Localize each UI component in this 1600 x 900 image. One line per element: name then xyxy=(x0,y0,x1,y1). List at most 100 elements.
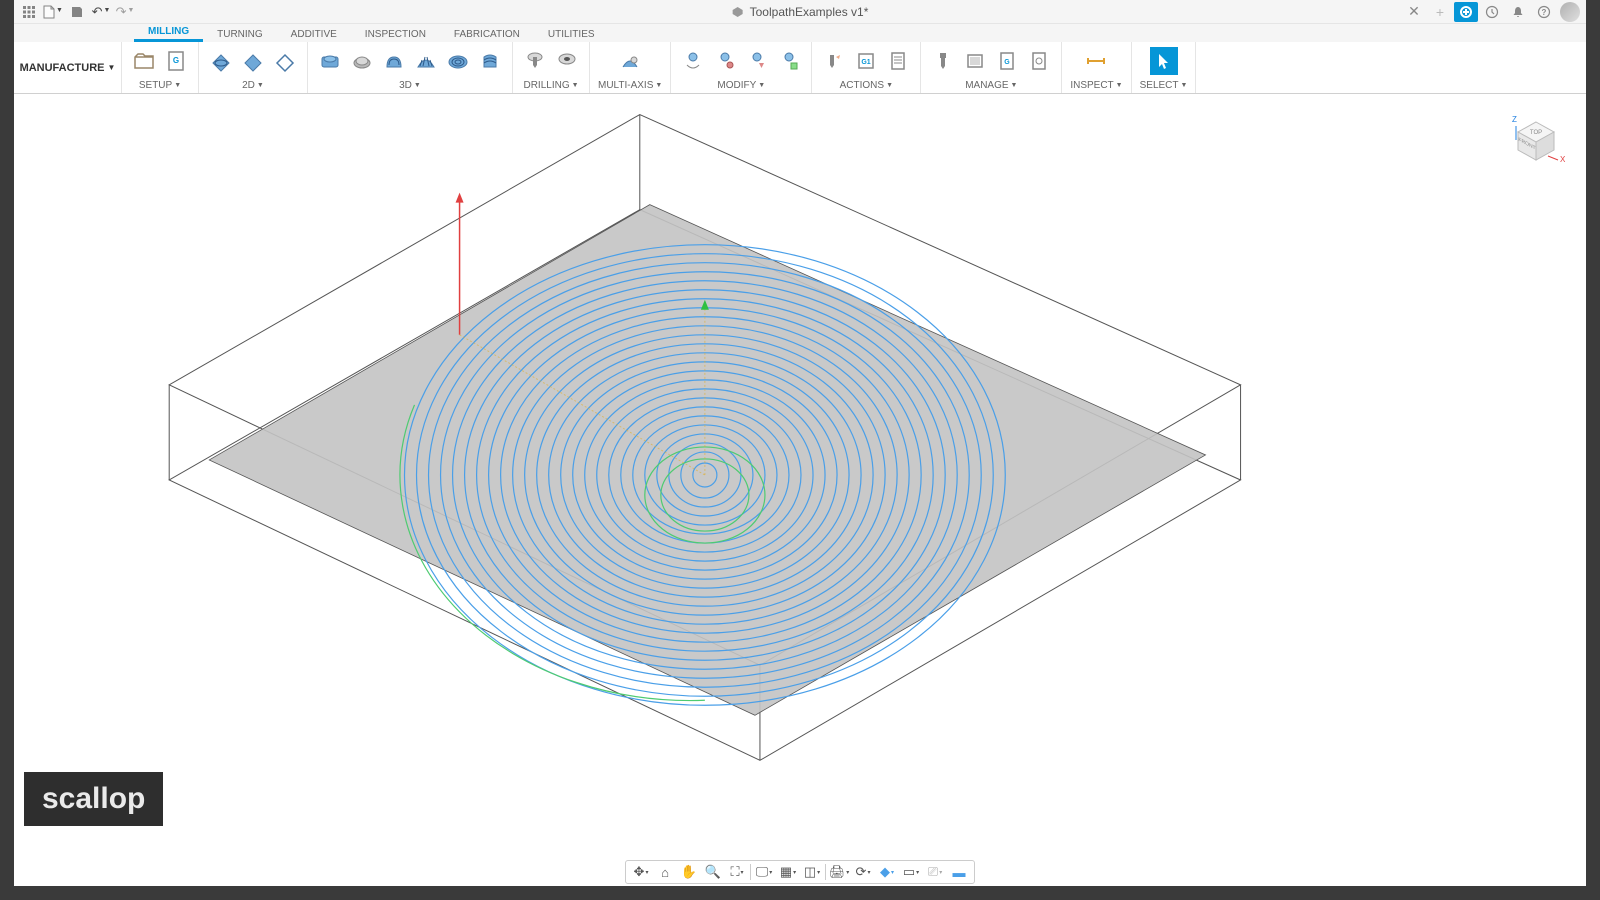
display-icon[interactable]: 🖵▾ xyxy=(753,862,775,882)
manage-label[interactable]: MANAGE▼ xyxy=(965,80,1017,91)
drilling-label[interactable]: DRILLING▼ xyxy=(523,80,578,91)
svg-text:G: G xyxy=(173,56,179,65)
tab-fabrication[interactable]: FABRICATION xyxy=(440,27,534,42)
3d-contour-icon[interactable] xyxy=(380,47,408,75)
window-icon[interactable]: ▭▾ xyxy=(900,862,922,882)
filter-icon[interactable]: ⎚▾ xyxy=(924,862,946,882)
file-icon[interactable]: ▼ xyxy=(42,2,64,22)
title-right: ✕ + ? xyxy=(1402,2,1582,22)
title-bar: ▼ ↶▼ ↷▼ ToolpathExamples v1* ✕ + xyxy=(14,0,1586,24)
ribbon-group-multiaxis: MULTI-AXIS▼ xyxy=(590,42,671,93)
setup-sheet-icon[interactable] xyxy=(884,47,912,75)
measure-icon[interactable] xyxy=(1082,47,1110,75)
manage-post-icon[interactable]: G xyxy=(993,47,1021,75)
viewports-icon[interactable]: ◫▾ xyxy=(801,862,823,882)
tab-additive[interactable]: ADDITIVE xyxy=(277,27,351,42)
workspace-label: MANUFACTURE xyxy=(20,62,105,74)
environment-tabs: MILLING TURNING ADDITIVE INSPECTION FABR… xyxy=(14,24,1586,42)
ribbon-group-select: SELECT▼ xyxy=(1132,42,1197,93)
2d-face-icon[interactable] xyxy=(271,47,299,75)
layer-icon[interactable]: ◆▾ xyxy=(876,862,898,882)
doc-title: ToolpathExamples v1* xyxy=(750,5,869,19)
view-cube[interactable]: TOP FRONT Z X xyxy=(1506,112,1566,172)
notifications-icon[interactable] xyxy=(1506,2,1530,22)
3d-scallop-icon[interactable] xyxy=(444,47,472,75)
3d-parallel-icon[interactable] xyxy=(412,47,440,75)
pan-icon[interactable]: ✋ xyxy=(678,862,700,882)
undo-icon[interactable]: ↶▼ xyxy=(90,2,112,22)
model-view xyxy=(14,94,1586,886)
3d-flat-icon[interactable] xyxy=(348,47,376,75)
help-icon[interactable]: ? xyxy=(1532,2,1556,22)
folder-icon[interactable] xyxy=(130,47,158,75)
svg-text:Z: Z xyxy=(1512,115,1517,124)
2d-label[interactable]: 2D▼ xyxy=(242,80,264,91)
inspect-label[interactable]: INSPECT▼ xyxy=(1070,80,1122,91)
user-avatar[interactable] xyxy=(1558,2,1582,22)
navigation-bar: ✥▾ ⌂ ✋ 🔍 ⛶▾ 🖵▾ ▦▾ ◫▾ 🖨▾ ⟳▾ ◆▾ ▭▾ ⎚▾ ▬ xyxy=(625,860,975,884)
manage-templates-icon[interactable] xyxy=(961,47,989,75)
drill-icon[interactable] xyxy=(521,47,549,75)
workspace-selector[interactable]: MANUFACTURE▼ xyxy=(14,42,122,93)
ribbon: MANUFACTURE▼ G SETUP▼ 2D▼ xyxy=(14,42,1586,94)
modify-3-icon[interactable] xyxy=(743,47,771,75)
ribbon-group-inspect: INSPECT▼ xyxy=(1062,42,1131,93)
3d-adaptive-icon[interactable] xyxy=(316,47,344,75)
svg-text:X: X xyxy=(1560,155,1566,164)
modify-label[interactable]: MODIFY▼ xyxy=(717,80,765,91)
look-icon[interactable]: ⌂ xyxy=(654,862,676,882)
svg-text:G1: G1 xyxy=(862,59,871,66)
tool-library-icon[interactable] xyxy=(929,47,957,75)
new-tab-icon[interactable]: + xyxy=(1428,2,1452,22)
viewport[interactable]: TOP FRONT Z X scallop ✥▾ ⌂ ✋ 🔍 ⛶▾ 🖵▾ ▦▾ … xyxy=(14,94,1586,886)
toggle-icon[interactable]: ▬ xyxy=(948,862,970,882)
svg-text:G: G xyxy=(1005,59,1011,66)
doc-icon xyxy=(732,6,744,18)
orbit-icon[interactable]: ✥▾ xyxy=(630,862,652,882)
ribbon-group-actions: G1 ACTIONS▼ xyxy=(812,42,921,93)
hole-icon[interactable] xyxy=(553,47,581,75)
title-center: ToolpathExamples v1* xyxy=(732,5,869,19)
3d-horizontal-icon[interactable] xyxy=(476,47,504,75)
ribbon-group-manage: G MANAGE▼ xyxy=(921,42,1062,93)
visual-style-icon[interactable]: 🖨▾ xyxy=(828,862,850,882)
svg-text:?: ? xyxy=(1542,8,1547,17)
refresh-icon[interactable]: ⟳▾ xyxy=(852,862,874,882)
job-status-icon[interactable] xyxy=(1480,2,1504,22)
select-label[interactable]: SELECT▼ xyxy=(1140,80,1188,91)
svg-text:TOP: TOP xyxy=(1530,130,1542,136)
fit-icon[interactable]: ⛶▾ xyxy=(726,862,748,882)
actions-label[interactable]: ACTIONS▼ xyxy=(840,80,893,91)
extensions-icon[interactable] xyxy=(1454,2,1478,22)
nc-program-icon[interactable]: G xyxy=(162,47,190,75)
generate-icon[interactable] xyxy=(820,47,848,75)
quick-access-toolbar: ▼ ↶▼ ↷▼ xyxy=(14,2,136,22)
postprocess-icon[interactable]: G1 xyxy=(852,47,880,75)
setup-label[interactable]: SETUP▼ xyxy=(139,80,181,91)
ribbon-group-3d: 3D▼ xyxy=(308,42,513,93)
grid-icon[interactable]: ▦▾ xyxy=(777,862,799,882)
zoom-icon[interactable]: 🔍 xyxy=(702,862,724,882)
tab-milling[interactable]: MILLING xyxy=(134,24,203,42)
ribbon-group-modify: MODIFY▼ xyxy=(671,42,812,93)
close-tab-icon[interactable]: ✕ xyxy=(1402,2,1426,22)
redo-icon[interactable]: ↷▼ xyxy=(114,2,136,22)
ribbon-group-drilling: DRILLING▼ xyxy=(513,42,590,93)
modify-4-icon[interactable] xyxy=(775,47,803,75)
app-window: ▼ ↶▼ ↷▼ ToolpathExamples v1* ✕ + xyxy=(14,0,1586,886)
2d-adaptive-icon[interactable] xyxy=(207,47,235,75)
modify-2-icon[interactable] xyxy=(711,47,739,75)
manage-machines-icon[interactable] xyxy=(1025,47,1053,75)
select-icon[interactable] xyxy=(1150,47,1178,75)
tab-turning[interactable]: TURNING xyxy=(203,27,277,42)
3d-label[interactable]: 3D▼ xyxy=(399,80,421,91)
tab-inspection[interactable]: INSPECTION xyxy=(351,27,440,42)
caption-label: scallop xyxy=(24,772,163,826)
tab-utilities[interactable]: UTILITIES xyxy=(534,27,609,42)
2d-pocket-icon[interactable] xyxy=(239,47,267,75)
apps-icon[interactable] xyxy=(18,2,40,22)
save-icon[interactable] xyxy=(66,2,88,22)
multiaxis-label[interactable]: MULTI-AXIS▼ xyxy=(598,80,662,91)
swarf-icon[interactable] xyxy=(616,47,644,75)
modify-1-icon[interactable] xyxy=(679,47,707,75)
